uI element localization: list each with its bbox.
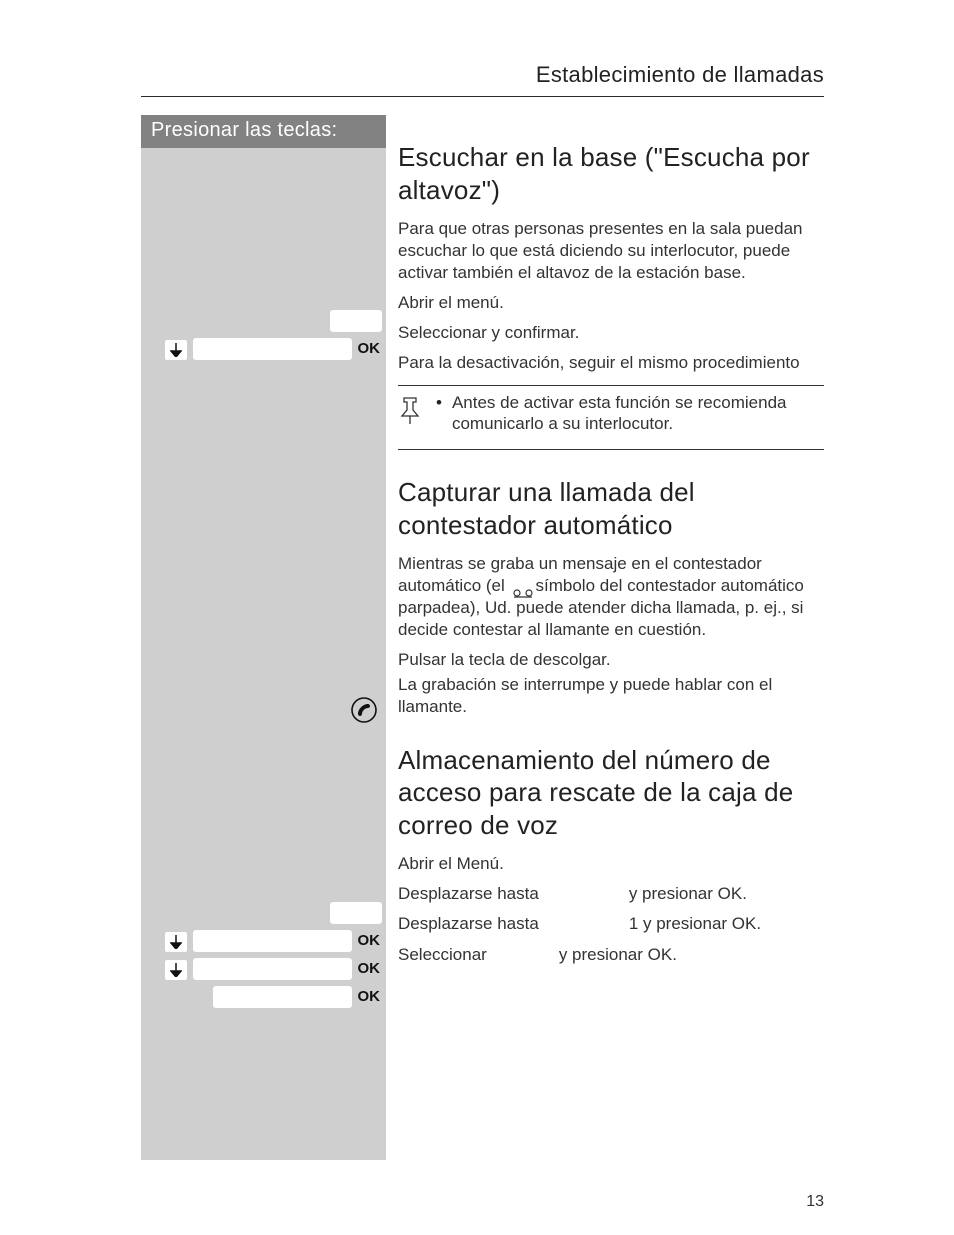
body-text: Para que otras personas presentes en la …: [398, 218, 824, 284]
key-menu-pill-2: [141, 902, 386, 928]
ok-label: OK: [358, 932, 381, 949]
section-heading: Capturar una llamada del contestador aut…: [398, 476, 824, 541]
arrow-down-icon: [165, 932, 187, 952]
content-column: Escuchar en la base ("Escucha por altavo…: [398, 115, 824, 974]
note-separator: [398, 449, 824, 450]
chapter-title: Establecimiento de llamadas: [536, 62, 824, 88]
key-column-header: Presionar las teclas:: [141, 115, 386, 148]
arrow-down-icon: [165, 960, 187, 980]
body-text: Pulsar la tecla de descolgar.: [398, 649, 824, 671]
menu-key-icon: [330, 310, 382, 332]
body-text: Seleccionar y confirmar.: [398, 322, 824, 344]
body-text: Mientras se graba un mensaje en el conte…: [398, 553, 824, 641]
key-column: Presionar las teclas: OK: [141, 115, 386, 1160]
body-text: Para la desactivación, seguir el mismo p…: [398, 352, 824, 374]
ok-label: OK: [358, 340, 381, 357]
offhook-key-icon: [350, 696, 378, 724]
pin-icon: [398, 394, 426, 431]
key-arrow-down-ok-2: OK: [141, 930, 386, 956]
menu-key-icon: [330, 902, 382, 924]
page-number: 13: [806, 1193, 824, 1211]
key-arrow-down-ok-3: OK: [141, 958, 386, 984]
body-text: Abrir el Menú.: [398, 853, 824, 875]
display-pill-icon: [213, 986, 352, 1008]
body-text: Seleccionary presionar OK.: [398, 944, 824, 966]
body-text: Desplazarse hasta1 y presionar OK.: [398, 913, 824, 935]
body-text: Desplazarse hastay presionar OK.: [398, 883, 824, 905]
ok-label: OK: [358, 988, 381, 1005]
tape-icon: [512, 582, 534, 592]
bullet-icon: •: [436, 392, 442, 413]
arrow-down-icon: [165, 340, 187, 360]
body-text: La grabación se interrumpe y puede habla…: [398, 674, 824, 718]
ok-label: OK: [358, 960, 381, 977]
key-menu-pill: [141, 310, 386, 336]
key-arrow-down-ok: OK: [141, 338, 386, 364]
key-pill-ok-4: OK: [141, 986, 386, 1012]
display-pill-icon: [193, 958, 352, 980]
section-heading: Escuchar en la base ("Escucha por altavo…: [398, 141, 824, 206]
header-rule: [141, 96, 824, 97]
note-text: Antes de activar esta función se recomie…: [452, 392, 824, 436]
display-pill-icon: [193, 338, 352, 360]
body-text: Abrir el menú.: [398, 292, 824, 314]
display-pill-icon: [193, 930, 352, 952]
note-row: • Antes de activar esta función se recom…: [398, 386, 824, 450]
section-heading: Almacenamiento del número de acceso para…: [398, 744, 824, 842]
